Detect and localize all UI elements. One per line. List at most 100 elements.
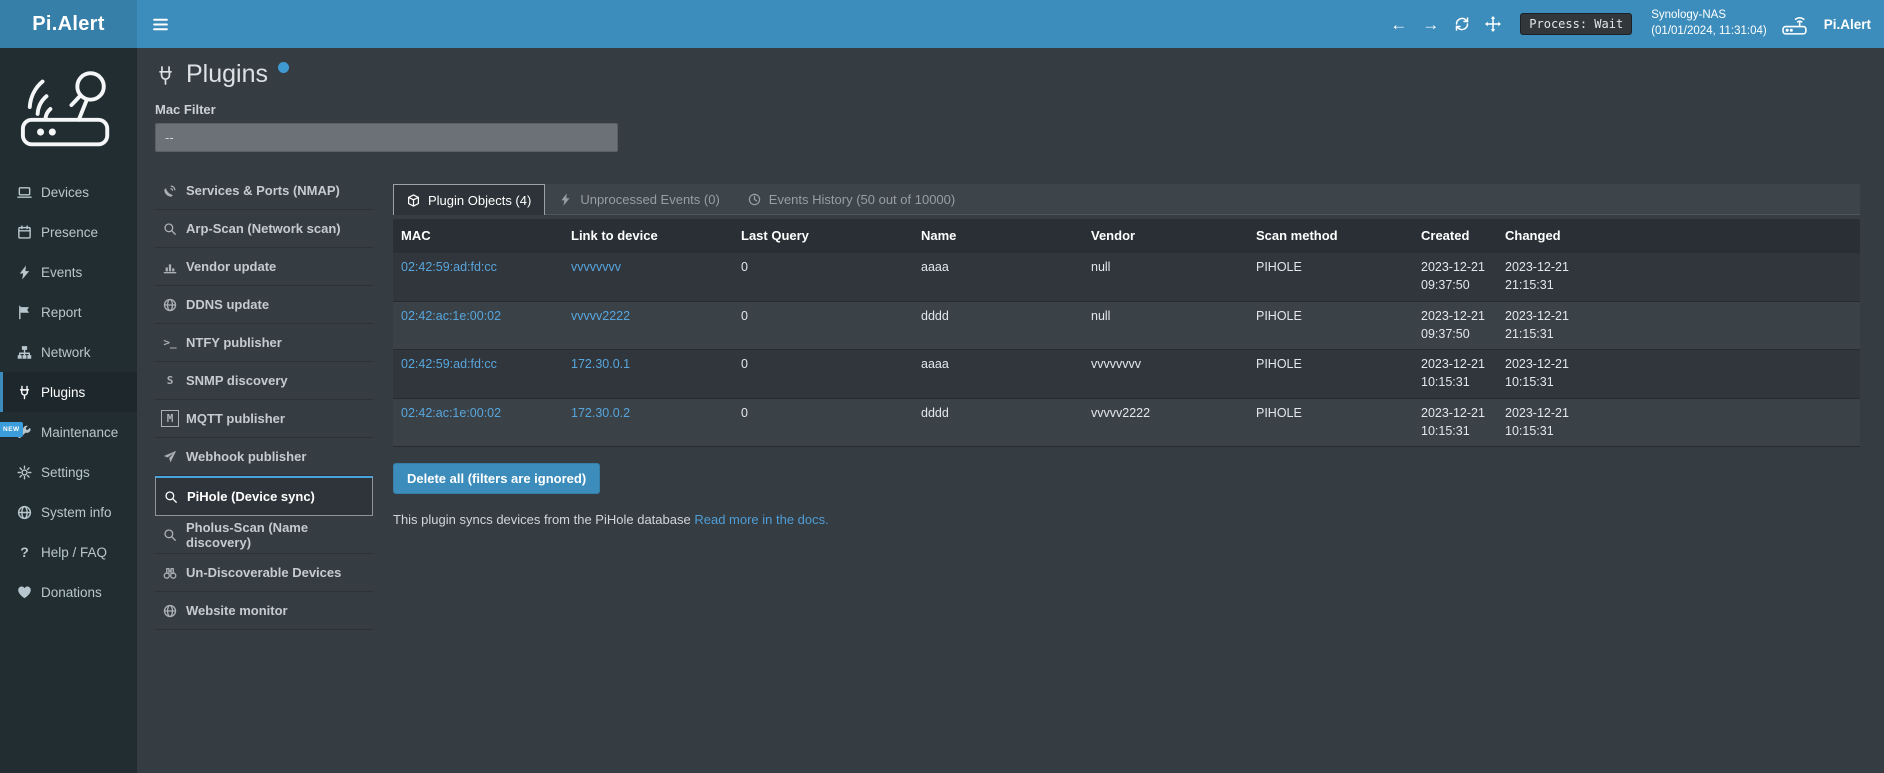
cell-mac[interactable]: 02:42:ac:1e:00:02 [393, 399, 563, 447]
sidebar-item-network[interactable]: Network [0, 332, 137, 372]
column-header-last-query[interactable]: Last Query [733, 219, 913, 253]
bolt-icon [559, 193, 572, 206]
refresh-icon[interactable] [1454, 16, 1470, 32]
question-icon: ? [17, 544, 32, 560]
cell-mac[interactable]: 02:42:59:ad:fd:cc [393, 253, 563, 301]
plugin-list: Services & Ports (NMAP) Arp-Scan (Networ… [155, 172, 373, 630]
satellite-dish-icon [163, 184, 177, 198]
mac-filter-block: Mac Filter [137, 90, 1884, 152]
plugin-item-pihole-device-sync[interactable]: PiHole (Device sync) [155, 476, 373, 516]
laptop-icon [17, 185, 32, 200]
cell-scan-method: PIHOLE [1248, 399, 1413, 447]
column-header-created[interactable]: Created [1413, 219, 1497, 253]
plugin-item-ddns-update[interactable]: DDNS update [155, 286, 373, 324]
plug-icon [155, 58, 176, 86]
delete-all-button[interactable]: Delete all (filters are ignored) [393, 463, 600, 494]
table-row: 02:42:59:ad:fd:cc 172.30.0.1 0 aaaa vvvv… [393, 350, 1860, 399]
move-icon[interactable] [1485, 16, 1501, 32]
cell-link-to-device[interactable]: 172.30.0.2 [563, 399, 733, 447]
back-arrow-icon[interactable]: ← [1390, 16, 1407, 33]
sidebar-item-presence[interactable]: Presence [0, 212, 137, 252]
tab-events-history[interactable]: Events History (50 out of 10000) [734, 184, 969, 214]
sidebar-item-donations[interactable]: Donations [0, 572, 137, 612]
tab-plugin-objects[interactable]: Plugin Objects (4) [393, 184, 545, 215]
plugin-item-vendor-update[interactable]: Vendor update [155, 248, 373, 286]
host-time: (01/01/2024, 11:31:04) [1651, 24, 1767, 40]
sidebar-item-label: System info [41, 505, 112, 520]
sidebar-toggle-button[interactable] [137, 0, 184, 48]
heart-icon [17, 585, 32, 600]
sidebar-item-settings[interactable]: Settings [0, 452, 137, 492]
bolt-icon [17, 265, 32, 280]
plugin-item-ntfy-publisher[interactable]: >_ NTFY publisher [155, 324, 373, 362]
column-header-vendor[interactable]: Vendor [1083, 219, 1248, 253]
sidebar-item-label: Devices [41, 185, 89, 200]
sidebar-item-label: Report [41, 305, 82, 320]
tab-label: Plugin Objects (4) [428, 193, 531, 208]
cell-last-query: 0 [733, 350, 913, 398]
main-content: Plugins Mac Filter Services & Ports (NMA… [137, 48, 1884, 773]
cell-created: 2023-12-21 10:15:31 [1413, 350, 1497, 398]
column-header-changed[interactable]: Changed [1497, 219, 1581, 253]
header-right-cluster: ← → Process: Wait Synology-NAS (01/01/20… [1390, 8, 1884, 39]
cell-link-to-device[interactable]: vvvvv2222 [563, 302, 733, 350]
plugin-item-website-monitor[interactable]: Website monitor [155, 592, 373, 630]
tab-label: Unprocessed Events (0) [580, 192, 719, 207]
title-info-badge[interactable] [278, 62, 289, 73]
cell-created: 2023-12-21 09:37:50 [1413, 302, 1497, 350]
row-filler [1581, 302, 1860, 350]
sidebar-item-plugins[interactable]: Plugins [0, 372, 137, 412]
calendar-icon [17, 225, 32, 240]
sidebar-item-system-info[interactable]: System info [0, 492, 137, 532]
table-row: 02:42:59:ad:fd:cc vvvvvvvv 0 aaaa null P… [393, 253, 1860, 302]
forward-arrow-icon[interactable]: → [1422, 16, 1439, 33]
header-filler [1581, 219, 1860, 253]
cell-mac[interactable]: 02:42:ac:1e:00:02 [393, 302, 563, 350]
sidebar-item-label: Maintenance [41, 425, 118, 440]
column-header-scan-method[interactable]: Scan method [1248, 219, 1413, 253]
column-header-name[interactable]: Name [913, 219, 1083, 253]
plugin-item-webhook-publisher[interactable]: Webhook publisher [155, 438, 373, 476]
plugin-objects-table: MAC Link to device Last Query Name Vendo… [393, 219, 1860, 447]
cell-scan-method: PIHOLE [1248, 253, 1413, 301]
cell-link-to-device[interactable]: 172.30.0.1 [563, 350, 733, 398]
column-header-mac[interactable]: MAC [393, 219, 563, 253]
cell-mac[interactable]: 02:42:59:ad:fd:cc [393, 350, 563, 398]
mac-filter-label: Mac Filter [155, 102, 1884, 117]
brand-logo[interactable]: Pi.Alert [0, 0, 137, 48]
plugin-item-snmp-discovery[interactable]: S SNMP discovery [155, 362, 373, 400]
plugin-item-pholus-scan[interactable]: Pholus-Scan (Name discovery) [155, 516, 373, 554]
cell-scan-method: PIHOLE [1248, 350, 1413, 398]
sidebar-item-devices[interactable]: Devices [0, 172, 137, 212]
bar-chart-icon [163, 260, 177, 274]
cell-name: aaaa [913, 350, 1083, 398]
gear-icon [17, 465, 32, 480]
plugin-item-label: MQTT publisher [186, 411, 285, 426]
search-icon [163, 222, 177, 236]
cell-created: 2023-12-21 09:37:50 [1413, 253, 1497, 301]
sidebar-item-label: Events [41, 265, 82, 280]
plugin-item-mqtt-publisher[interactable]: M MQTT publisher [155, 400, 373, 438]
row-filler [1581, 399, 1860, 447]
pialert-mini-icon [1782, 14, 1809, 35]
mac-filter-input[interactable] [155, 123, 618, 152]
plugin-item-arp-scan[interactable]: Arp-Scan (Network scan) [155, 210, 373, 248]
sidebar-item-help-faq[interactable]: ? Help / FAQ [0, 532, 137, 572]
cell-link-to-device[interactable]: vvvvvvvv [563, 253, 733, 301]
paper-plane-icon [163, 450, 177, 464]
sidebar-item-report[interactable]: Report [0, 292, 137, 332]
plugin-detail-panel: Plugin Objects (4) Unprocessed Events (0… [393, 172, 1860, 527]
cell-vendor: null [1083, 253, 1248, 301]
cell-last-query: 0 [733, 253, 913, 301]
column-header-link-to-device[interactable]: Link to device [563, 219, 733, 253]
plugin-item-services-ports[interactable]: Services & Ports (NMAP) [155, 172, 373, 210]
plugin-item-label: Website monitor [186, 603, 288, 618]
read-more-link[interactable]: Read more in the docs. [694, 512, 828, 527]
sidebar-item-events[interactable]: Events [0, 252, 137, 292]
sidebar-item-label: Help / FAQ [41, 545, 107, 560]
cell-last-query: 0 [733, 302, 913, 350]
sitemap-icon [17, 345, 32, 360]
plugin-item-undiscoverable-devices[interactable]: Un-Discoverable Devices [155, 554, 373, 592]
new-badge: NEW [0, 422, 23, 437]
tab-unprocessed-events[interactable]: Unprocessed Events (0) [545, 184, 733, 214]
